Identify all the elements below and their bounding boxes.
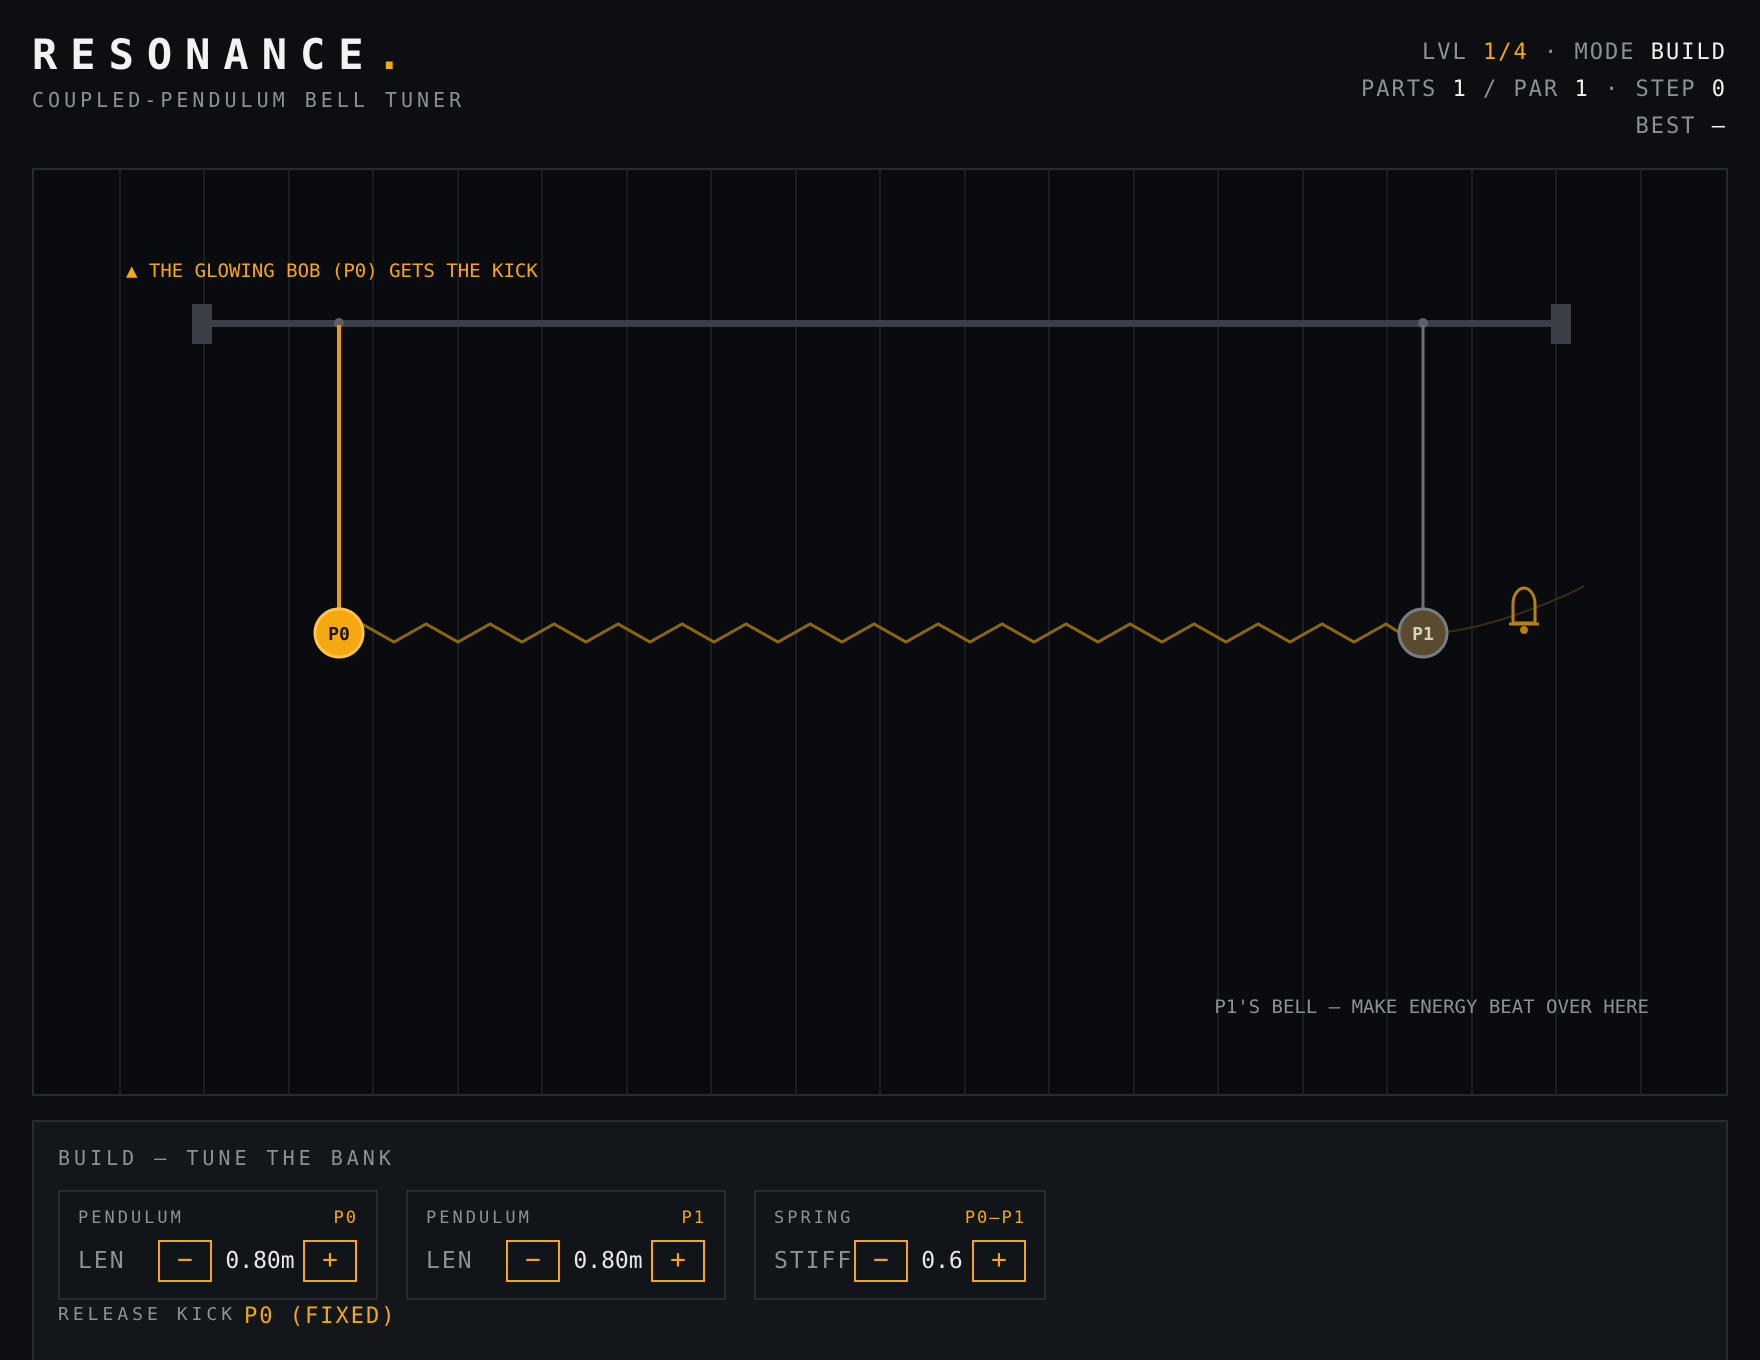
bob-p0[interactable]: P0 (313, 607, 365, 659)
bob-p0-label: P0 (328, 624, 350, 645)
decrease-button[interactable]: − (158, 1240, 212, 1282)
hud-line-best: BEST — (1361, 108, 1727, 145)
hud-sep: · (1544, 40, 1560, 65)
card-target: P1 (681, 1208, 706, 1228)
hud-slash: / (1483, 77, 1499, 102)
card-target: P0 (333, 1208, 358, 1228)
hint-top: ▲ THE GLOWING BOB (P0) GETS THE KICK (126, 260, 538, 282)
game-stage[interactable]: ▲ THE GLOWING BOB (P0) GETS THE KICK P0 … (32, 168, 1728, 1096)
game-title-text: RESONANCE (32, 30, 377, 79)
best-label: BEST (1635, 114, 1697, 139)
stiff-value: 0.6 (921, 1248, 963, 1274)
parts-label: PARTS (1361, 77, 1438, 102)
release-kick-value: P0 (FIXED) (244, 1304, 397, 1329)
build-panel-title: BUILD — TUNE THE BANK (58, 1146, 395, 1170)
par-value: 1 (1574, 77, 1590, 102)
title-dot: . (376, 30, 402, 79)
lvl-label: LVL (1422, 40, 1468, 65)
bob-p1-label: P1 (1412, 624, 1434, 645)
card-kind: SPRING (774, 1208, 854, 1228)
decrease-button[interactable]: − (854, 1240, 908, 1282)
card-param-label: LEN (426, 1248, 474, 1274)
best-value: — (1711, 114, 1727, 139)
increase-button[interactable]: + (972, 1240, 1026, 1282)
bell-icon (1509, 586, 1539, 634)
card-target: P0–P1 (964, 1208, 1026, 1228)
card-param-label: STIFF (774, 1248, 854, 1274)
increase-button[interactable]: + (651, 1240, 705, 1282)
par-label: PAR (1513, 77, 1560, 102)
game-title: RESONANCE. (32, 30, 402, 79)
card-kind: PENDULUM (426, 1208, 532, 1228)
len-value: 0.80m (225, 1248, 295, 1274)
card-spring-p0-p1: SPRING P0–P1 STIFF − 0.6 + (754, 1190, 1046, 1300)
card-param-label: LEN (78, 1248, 126, 1274)
hud-sep: · (1605, 77, 1621, 102)
stage-canvas: ▲ THE GLOWING BOB (P0) GETS THE KICK P0 … (119, 170, 1649, 1094)
decrease-button[interactable]: − (506, 1240, 560, 1282)
mode-label: MODE (1574, 40, 1636, 65)
hud: LVL 1/4 · MODE BUILD PARTS 1 / PAR 1 · S… (1361, 34, 1727, 145)
release-kick-label: RELEASE KICK (58, 1304, 237, 1325)
parts-value: 1 (1452, 77, 1468, 102)
len-value: 0.80m (573, 1248, 643, 1274)
card-pendulum-p0: PENDULUM P0 LEN − 0.80m + (58, 1190, 378, 1300)
mode-value: BUILD (1650, 40, 1727, 65)
card-pendulum-p1: PENDULUM P1 LEN − 0.80m + (406, 1190, 726, 1300)
hint-bottom: P1'S BELL — MAKE ENERGY BEAT OVER HERE (1214, 996, 1649, 1018)
hud-line-parts: PARTS 1 / PAR 1 · STEP 0 (1361, 71, 1727, 108)
lvl-value: 1/4 (1483, 40, 1529, 65)
step-value: 0 (1711, 77, 1727, 102)
game-subtitle: COUPLED-PENDULUM BELL TUNER (32, 88, 466, 112)
step-label: STEP (1635, 77, 1697, 102)
card-kind: PENDULUM (78, 1208, 184, 1228)
support-beam (192, 304, 1571, 344)
hud-line-level: LVL 1/4 · MODE BUILD (1361, 34, 1727, 71)
bob-p1[interactable]: P1 (1397, 607, 1449, 659)
increase-button[interactable]: + (303, 1240, 357, 1282)
build-panel: BUILD — TUNE THE BANK PENDULUM P0 LEN − … (32, 1120, 1728, 1360)
